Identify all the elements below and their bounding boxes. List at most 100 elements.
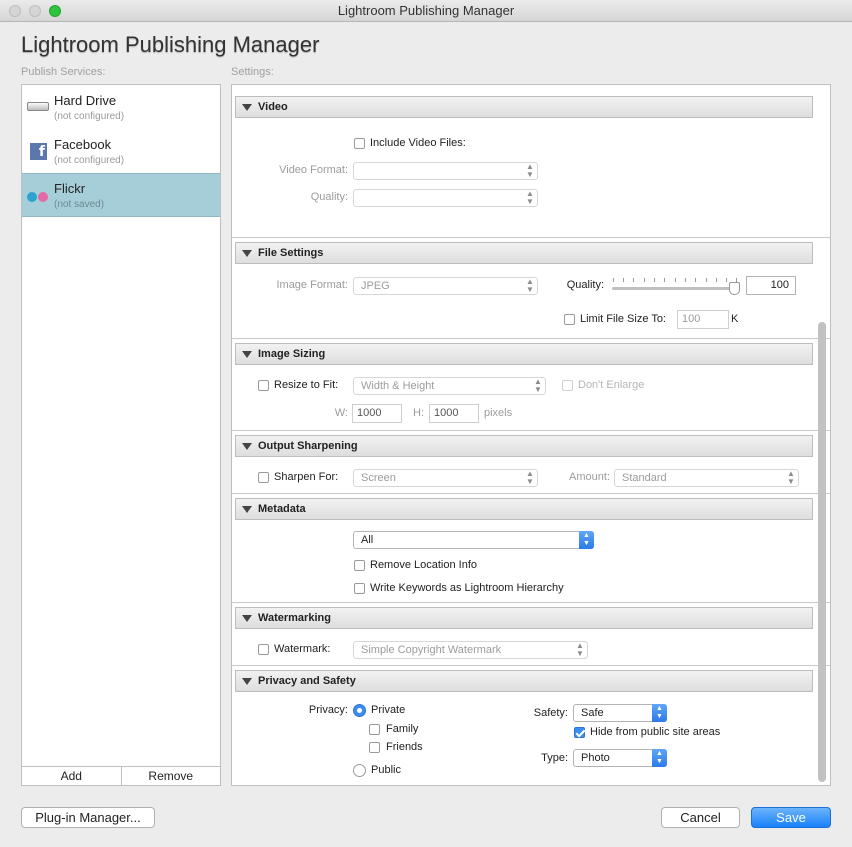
section-header-file-settings[interactable]: File Settings: [235, 242, 813, 264]
video-quality-select[interactable]: ▲ ▼: [353, 189, 538, 207]
include-video-checkbox[interactable]: [354, 138, 365, 149]
remove-service-button[interactable]: Remove: [122, 767, 221, 785]
family-checkbox[interactable]: [369, 724, 380, 735]
minimize-window-button[interactable]: [29, 5, 41, 17]
image-format-select[interactable]: JPEG ▲ ▼: [353, 277, 538, 295]
safety-select[interactable]: Safe ▲ ▼: [573, 704, 667, 722]
service-item-facebook[interactable]: f Facebook (not configured): [22, 129, 220, 173]
disclosure-triangle-icon: [242, 351, 252, 358]
section-header-output-sharpening[interactable]: Output Sharpening: [235, 435, 813, 457]
divider: [232, 430, 830, 431]
section-header-privacy-and-safety[interactable]: Privacy and Safety: [235, 670, 813, 692]
quality-slider-ticks: [613, 278, 737, 282]
divider: [232, 602, 830, 603]
limit-file-size-input[interactable]: 100: [677, 310, 729, 329]
section-title: Image Sizing: [258, 348, 326, 360]
watermark-select[interactable]: Simple Copyright Watermark ▲ ▼: [353, 641, 588, 659]
dont-enlarge-label: Don't Enlarge: [578, 379, 645, 391]
hide-public-checkbox[interactable]: [574, 727, 585, 738]
height-label: H:: [413, 407, 424, 419]
write-keywords-checkbox[interactable]: [354, 583, 365, 594]
section-header-image-sizing[interactable]: Image Sizing: [235, 343, 813, 365]
public-label: Public: [371, 764, 401, 776]
section-header-video[interactable]: Video: [235, 96, 813, 118]
divider: [232, 493, 830, 494]
close-window-button[interactable]: [9, 5, 21, 17]
cancel-button[interactable]: Cancel: [661, 807, 740, 828]
section-title: Output Sharpening: [258, 440, 358, 452]
dont-enlarge-checkbox[interactable]: [562, 380, 573, 391]
service-item-hard-drive[interactable]: Hard Drive (not configured): [22, 85, 220, 129]
add-service-button[interactable]: Add: [22, 767, 122, 785]
section-header-watermarking[interactable]: Watermarking: [235, 607, 813, 629]
width-label: W:: [334, 407, 348, 419]
service-name: Facebook: [54, 137, 112, 152]
section-title: Privacy and Safety: [258, 675, 356, 687]
disclosure-triangle-icon: [242, 104, 252, 111]
type-label: Type:: [541, 752, 568, 764]
settings-panel: Video Include Video Files: Video Format:…: [231, 84, 831, 786]
quality-slider-thumb[interactable]: [729, 282, 740, 295]
width-input[interactable]: 1000: [352, 404, 402, 423]
resize-to-fit-checkbox[interactable]: [258, 380, 269, 391]
type-select[interactable]: Photo ▲ ▼: [573, 749, 667, 767]
video-format-select[interactable]: ▲ ▼: [353, 162, 538, 180]
resize-to-fit-select[interactable]: Width & Height ▲ ▼: [353, 377, 546, 395]
service-status: (not configured): [54, 111, 125, 122]
height-input[interactable]: 1000: [429, 404, 479, 423]
quality-slider-track[interactable]: [612, 287, 738, 290]
private-label: Private: [371, 704, 406, 716]
service-buttons: Add Remove: [21, 766, 221, 786]
quality-input[interactable]: 100: [746, 276, 796, 295]
section-title: Video: [258, 101, 288, 113]
private-radio[interactable]: [353, 704, 366, 717]
service-item-flickr[interactable]: Flickr (not saved): [22, 173, 220, 217]
family-label: Family: [386, 723, 419, 735]
video-quality-label: Quality:: [310, 191, 348, 203]
limit-file-size-checkbox[interactable]: [564, 314, 575, 325]
section-header-metadata[interactable]: Metadata: [235, 498, 813, 520]
resize-to-fit-label: Resize to Fit:: [274, 379, 339, 391]
section-title: File Settings: [258, 247, 324, 259]
write-keywords-label: Write Keywords as Lightroom Hierarchy: [370, 582, 564, 594]
settings-scrollbar[interactable]: [818, 322, 826, 782]
disclosure-triangle-icon: [242, 250, 252, 257]
section-title: Watermarking: [258, 612, 331, 624]
amount-select[interactable]: Standard ▲ ▼: [614, 469, 799, 487]
sharpen-for-checkbox[interactable]: [258, 472, 269, 483]
service-name: Flickr: [54, 181, 86, 196]
service-name: Hard Drive: [54, 93, 117, 108]
hide-public-label: Hide from public site areas: [590, 726, 721, 738]
zoom-window-button[interactable]: [49, 5, 61, 17]
save-button[interactable]: Save: [751, 807, 831, 828]
sharpen-for-select[interactable]: Screen ▲ ▼: [353, 469, 538, 487]
video-format-label: Video Format:: [279, 164, 348, 176]
privacy-label: Privacy:: [308, 704, 348, 716]
friends-checkbox[interactable]: [369, 742, 380, 753]
section-title: Metadata: [258, 503, 306, 515]
service-status: (not saved): [54, 199, 105, 210]
select-arrows-icon: ▲ ▼: [652, 749, 667, 767]
service-status: (not configured): [54, 155, 125, 166]
page-title: Lightroom Publishing Manager: [21, 32, 320, 57]
quality-label: Quality:: [566, 279, 604, 291]
limit-file-size-unit: K: [731, 313, 739, 325]
public-radio[interactable]: [353, 764, 366, 777]
disclosure-triangle-icon: [242, 506, 252, 513]
divider: [232, 338, 830, 339]
select-arrows-icon: ▲ ▼: [652, 704, 667, 722]
watermark-checkbox[interactable]: [258, 644, 269, 655]
plugin-manager-button[interactable]: Plug-in Manager...: [21, 807, 155, 828]
window-titlebar: Lightroom Publishing Manager: [0, 0, 852, 22]
image-format-label: Image Format:: [276, 279, 348, 291]
include-video-label: Include Video Files:: [370, 137, 466, 149]
amount-label: Amount:: [569, 471, 610, 483]
metadata-select[interactable]: All ▲ ▼: [353, 531, 594, 549]
disclosure-triangle-icon: [242, 443, 252, 450]
disclosure-triangle-icon: [242, 678, 252, 685]
remove-location-checkbox[interactable]: [354, 560, 365, 571]
settings-caption: Settings:: [231, 66, 274, 78]
sharpen-for-label: Sharpen For:: [274, 471, 339, 483]
disclosure-triangle-icon: [242, 615, 252, 622]
divider: [232, 237, 830, 238]
